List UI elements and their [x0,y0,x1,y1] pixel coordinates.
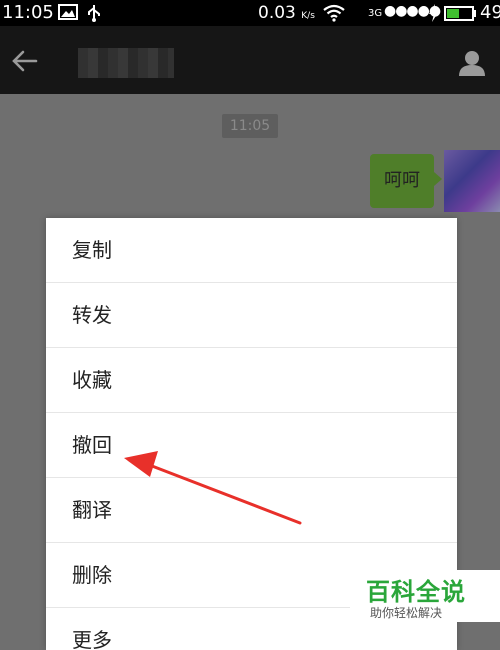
image-icon [58,4,78,20]
battery-level: 49 [480,2,500,23]
status-bar: 11:05 0.03 K/s 3G ●●●●● 49 [0,0,500,26]
menu-item-translate[interactable]: 翻译 [46,478,457,543]
avatar[interactable] [444,150,500,212]
net-speed: 0.03 K/s [258,3,315,23]
battery-icon [444,6,476,21]
message-bubble[interactable]: 呵呵 [370,154,442,208]
person-icon[interactable] [458,50,486,76]
contact-name-blurred [78,48,174,78]
menu-item-favorite[interactable]: 收藏 [46,348,457,413]
network-type: 3G [368,8,383,19]
menu-item-copy[interactable]: 复制 [46,218,457,283]
usb-icon [88,5,100,22]
wifi-icon [323,4,345,22]
menu-item-recall[interactable]: 撤回 [46,413,457,478]
charging-icon [429,4,439,22]
watermark-logo: 百科全说 助你轻松解决 [350,570,500,622]
arrow-left-icon[interactable] [12,50,38,72]
chat-header [0,26,500,94]
message-timestamp: 11:05 [222,114,278,138]
status-time: 11:05 [2,2,54,23]
menu-item-forward[interactable]: 转发 [46,283,457,348]
watermark-subtitle: 助你轻松解决 [370,606,443,620]
watermark-title: 百科全说 [366,578,466,606]
